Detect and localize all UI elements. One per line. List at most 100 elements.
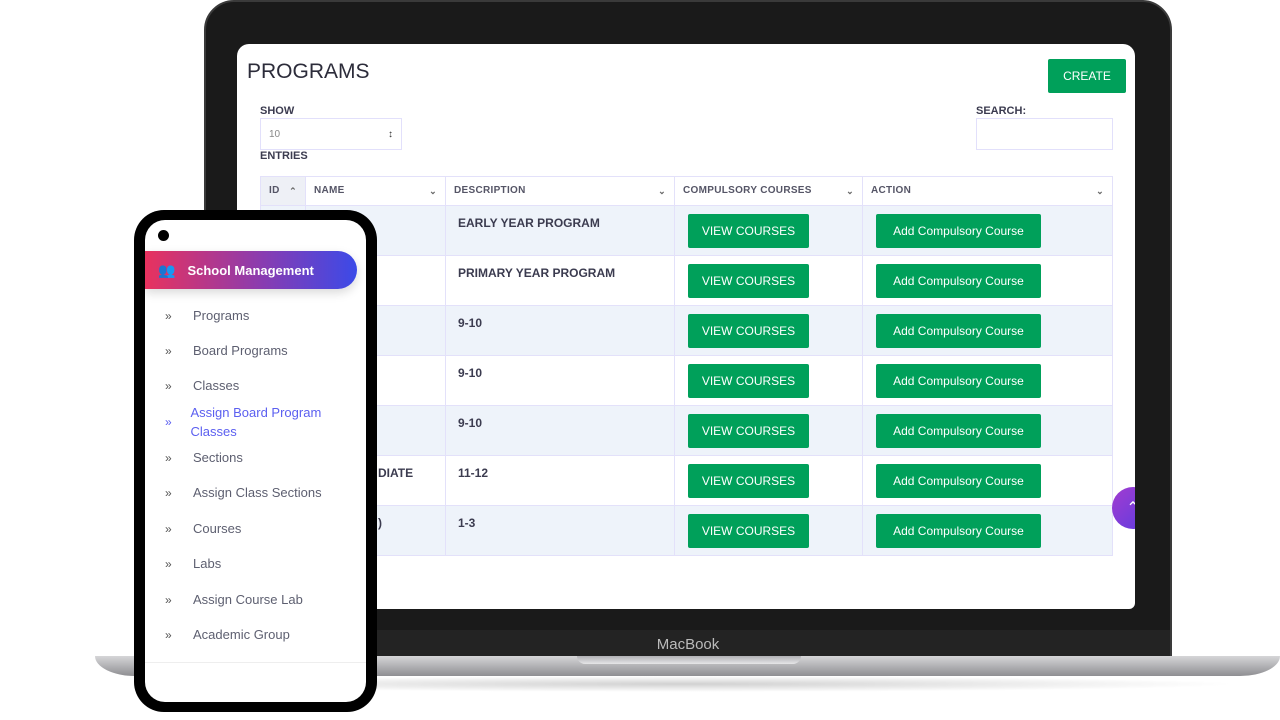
double-chevron-right-icon: » (165, 485, 172, 500)
view-courses-button[interactable]: VIEW COURSES (688, 514, 809, 548)
description-cell: 9-10 (445, 305, 675, 356)
add-compulsory-course-button[interactable]: Add Compulsory Course (876, 364, 1041, 398)
chevron-down-icon: ⌄ (658, 186, 666, 196)
add-compulsory-course-button[interactable]: Add Compulsory Course (876, 264, 1041, 298)
table-row: 9-10 VIEW COURSES Add Compulsory Course (260, 305, 1113, 356)
programs-table: ID ⌃ NAME ⌄ DESCRIPTION ⌄ COMPULSORY COURSE… (260, 176, 1113, 556)
menu-header-label: School Management (187, 262, 314, 278)
description-cell: 11-12 (445, 455, 675, 506)
double-chevron-right-icon: » (165, 343, 172, 358)
chevron-down-icon: ⌄ (846, 186, 854, 196)
double-chevron-right-icon: » (165, 592, 172, 607)
column-header-description[interactable]: DESCRIPTION ⌄ (445, 176, 675, 206)
sort-updown-icon: ↕ (388, 129, 393, 140)
menu-item-programs[interactable]: » Programs (165, 306, 355, 325)
description-cell: 1-3 (445, 505, 675, 556)
menu-item-label: Programs (193, 308, 250, 323)
menu-item-label: Courses (193, 521, 242, 536)
chevron-down-icon: ⌄ (1096, 186, 1104, 196)
description-cell: 9-10 (445, 405, 675, 456)
column-header-action[interactable]: ACTION ⌄ (862, 176, 1113, 206)
phone-screen: 👥 School Management » Programs » Board Progr… (145, 220, 366, 702)
add-compulsory-course-button[interactable]: Add Compulsory Course (876, 414, 1041, 448)
add-compulsory-course-button[interactable]: Add Compulsory Course (876, 314, 1041, 348)
double-chevron-right-icon: » (165, 627, 172, 642)
create-button[interactable]: CREATE (1048, 59, 1126, 93)
action-cell: Add Compulsory Course (862, 255, 1113, 306)
sort-asc-icon: ⌃ (289, 186, 297, 196)
compulsory-courses-cell: VIEW COURSES (674, 455, 863, 506)
action-cell: Add Compulsory Course (862, 305, 1113, 356)
double-chevron-right-icon: » (165, 556, 172, 571)
action-cell: Add Compulsory Course (862, 505, 1113, 556)
menu-item-academic-group[interactable]: » Academic Group (165, 625, 355, 644)
menu-item-label: Assign Class Sections (193, 485, 322, 500)
add-compulsory-course-button[interactable]: Add Compulsory Course (876, 214, 1041, 248)
double-chevron-right-icon: » (165, 521, 172, 536)
menu-item-label: Academic Group (193, 627, 290, 642)
menu-item-classes[interactable]: » Classes (165, 376, 355, 395)
column-header-id[interactable]: ID ⌃ (260, 176, 306, 206)
table-row: EARLY YEAR PROGRAM VIEW COURSES Add Comp… (260, 205, 1113, 256)
menu-item-assign-class-sections[interactable]: » Assign Class Sections (165, 483, 355, 502)
view-courses-button[interactable]: VIEW COURSES (688, 414, 809, 448)
action-cell: Add Compulsory Course (862, 205, 1113, 256)
column-header-name[interactable]: NAME ⌄ (305, 176, 446, 206)
table-row: 9-10 VIEW COURSES Add Compulsory Course (260, 355, 1113, 406)
entries-select[interactable]: 10 ↕ (260, 118, 402, 150)
table-row: ) 1-3 VIEW COURSES Add Compulsory Course (260, 505, 1113, 556)
view-courses-button[interactable]: VIEW COURSES (688, 264, 809, 298)
users-icon: 👥 (158, 261, 176, 278)
school-management-menu-header[interactable]: 👥 School Management (145, 251, 357, 289)
chevron-down-icon: ⌄ (429, 186, 437, 196)
double-chevron-up-icon: ⌃ (1126, 500, 1135, 517)
action-cell: Add Compulsory Course (862, 405, 1113, 456)
compulsory-courses-cell: VIEW COURSES (674, 305, 863, 356)
menu-item-label: Assign Board Program Classes (190, 405, 322, 439)
add-compulsory-course-button[interactable]: Add Compulsory Course (876, 464, 1041, 498)
show-label: SHOW (260, 105, 295, 117)
page-title: PROGRAMS (247, 60, 370, 83)
view-courses-button[interactable]: VIEW COURSES (688, 214, 809, 248)
menu-item-label: Classes (193, 378, 240, 393)
compulsory-courses-cell: VIEW COURSES (674, 255, 863, 306)
compulsory-courses-cell: VIEW COURSES (674, 505, 863, 556)
double-chevron-right-icon: » (165, 308, 172, 323)
compulsory-courses-cell: VIEW COURSES (674, 355, 863, 406)
description-cell: EARLY YEAR PROGRAM (445, 205, 675, 256)
search-label: SEARCH: (976, 105, 1027, 117)
compulsory-courses-cell: VIEW COURSES (674, 205, 863, 256)
menu-item-label: Board Programs (193, 343, 288, 358)
view-courses-button[interactable]: VIEW COURSES (688, 314, 809, 348)
menu-item-sections[interactable]: » Sections (165, 448, 355, 467)
action-cell: Add Compulsory Course (862, 455, 1113, 506)
camera-dot (158, 230, 169, 241)
double-chevron-right-icon: » (165, 415, 172, 429)
description-cell: 9-10 (445, 355, 675, 406)
entries-label: ENTRIES (260, 150, 308, 162)
compulsory-courses-cell: VIEW COURSES (674, 405, 863, 456)
action-cell: Add Compulsory Course (862, 355, 1113, 406)
double-chevron-right-icon: » (165, 450, 172, 465)
divider (145, 662, 366, 663)
view-courses-button[interactable]: VIEW COURSES (688, 364, 809, 398)
description-cell: PRIMARY YEAR PROGRAM (445, 255, 675, 306)
entries-value: 10 (269, 129, 281, 140)
add-compulsory-course-button[interactable]: Add Compulsory Course (876, 514, 1041, 548)
laptop-notch (577, 656, 801, 664)
menu-item-board-programs[interactable]: » Board Programs (165, 341, 355, 360)
menu-item-label: Labs (193, 556, 222, 571)
view-courses-button[interactable]: VIEW COURSES (688, 464, 809, 498)
menu-item-courses[interactable]: » Courses (165, 519, 355, 538)
menu-item-label: Sections (193, 450, 243, 465)
search-input[interactable] (976, 118, 1113, 150)
table-row: DIATE 11-12 VIEW COURSES Add Compulsory … (260, 455, 1113, 506)
column-header-compulsory-courses[interactable]: COMPULSORY COURSES ⌄ (674, 176, 863, 206)
table-row: PRIMARY YEAR PROGRAM VIEW COURSES Add Co… (260, 255, 1113, 306)
double-chevron-right-icon: » (165, 378, 172, 393)
menu-item-labs[interactable]: » Labs (165, 554, 355, 573)
menu-item-assign-board-program-classes[interactable]: » Assign Board Program Classes (165, 403, 355, 441)
table-row: 9-10 VIEW COURSES Add Compulsory Course (260, 405, 1113, 456)
scroll-to-top-button[interactable]: ⌃ (1112, 487, 1135, 529)
menu-item-assign-course-lab[interactable]: » Assign Course Lab (165, 590, 355, 609)
